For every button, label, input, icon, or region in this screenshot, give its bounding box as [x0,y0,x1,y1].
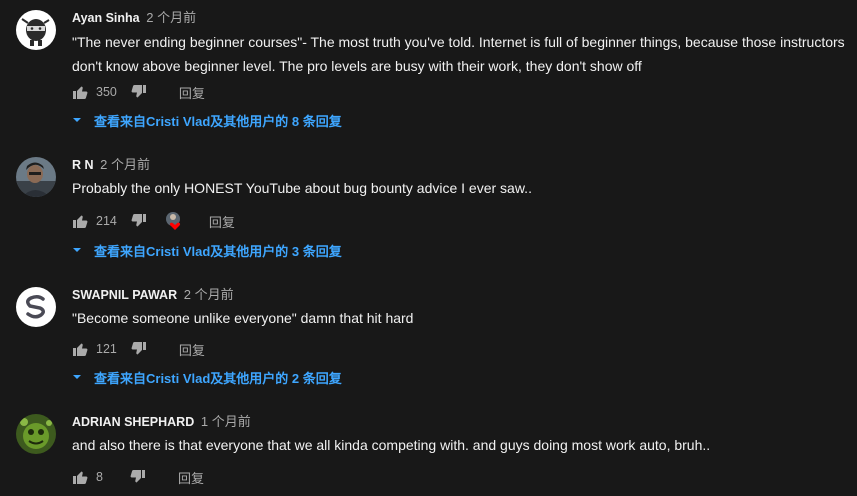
thumbs-down-icon[interactable] [130,469,146,485]
green-creature-avatar-icon [16,414,56,454]
view-replies-button[interactable]: 查看来自Cristi Vlad及其他用户的 2 条回复 [72,367,342,387]
avatar[interactable] [16,414,56,454]
view-replies-label: 查看来自Cristi Vlad及其他用户的 8 条回复 [94,113,342,129]
comment-text: "The never ending beginner courses"- The… [72,34,845,74]
reply-button[interactable]: 回复 [179,340,205,359]
thumbs-up-icon[interactable] [72,84,88,100]
thumbs-up-icon[interactable] [72,341,88,357]
avatar[interactable] [16,10,56,50]
ninja-avatar-icon [16,10,56,50]
thumbs-up-icon[interactable] [72,213,88,229]
author-name[interactable]: ADRIAN SHEPHARD [72,415,194,429]
creator-heart-icon [165,211,185,231]
comment-actions: 350 回复 [72,80,205,104]
author-name[interactable]: Ayan Sinha [72,11,140,25]
chevron-down-icon [73,375,81,379]
view-replies-label: 查看来自Cristi Vlad及其他用户的 3 条回复 [94,243,342,259]
comment-actions: 121 回复 [72,337,205,361]
avatar[interactable] [16,157,56,197]
comment-text: Probably the only HONEST YouTube about b… [72,180,532,196]
thumbs-down-icon[interactable] [131,84,147,100]
sp-logo-avatar-icon [16,287,56,327]
comment-header: R N 2 个月前 [72,156,150,174]
like-count: 350 [96,85,117,99]
chevron-down-icon [73,118,81,122]
comment-time[interactable]: 1 个月前 [201,414,251,429]
comment-text: "Become someone unlike everyone" damn th… [72,310,414,326]
comment-header: SWAPNIL PAWAR 2 个月前 [72,286,234,304]
comment-time[interactable]: 2 个月前 [146,10,196,25]
view-replies-label: 查看来自Cristi Vlad及其他用户的 2 条回复 [94,370,342,386]
view-replies-button[interactable]: 查看来自Cristi Vlad及其他用户的 8 条回复 [72,110,342,130]
person-photo-avatar-icon [16,157,56,197]
reply-button[interactable]: 回复 [179,83,205,102]
like-count: 8 [96,470,103,484]
comment-header: Ayan Sinha 2 个月前 [72,9,196,27]
comment-text: and also there is that everyone that we … [72,437,711,453]
comment-header: ADRIAN SHEPHARD 1 个月前 [72,413,251,431]
author-name[interactable]: R N [72,158,94,172]
like-count: 121 [96,342,117,356]
thumbs-down-icon[interactable] [131,213,147,229]
avatar[interactable] [16,287,56,327]
comment-actions: 8 回复 [72,465,204,489]
thumbs-down-icon[interactable] [131,341,147,357]
view-replies-button[interactable]: 查看来自Cristi Vlad及其他用户的 3 条回复 [72,240,342,260]
chevron-down-icon [73,248,81,252]
thumbs-up-icon[interactable] [72,469,88,485]
like-count: 214 [96,214,117,228]
author-name[interactable]: SWAPNIL PAWAR [72,288,177,302]
comment-actions: 214 回复 [72,209,235,233]
comment-time[interactable]: 2 个月前 [100,157,150,172]
reply-button[interactable]: 回复 [178,468,204,487]
reply-button[interactable]: 回复 [209,212,235,231]
comment-time[interactable]: 2 个月前 [184,287,234,302]
